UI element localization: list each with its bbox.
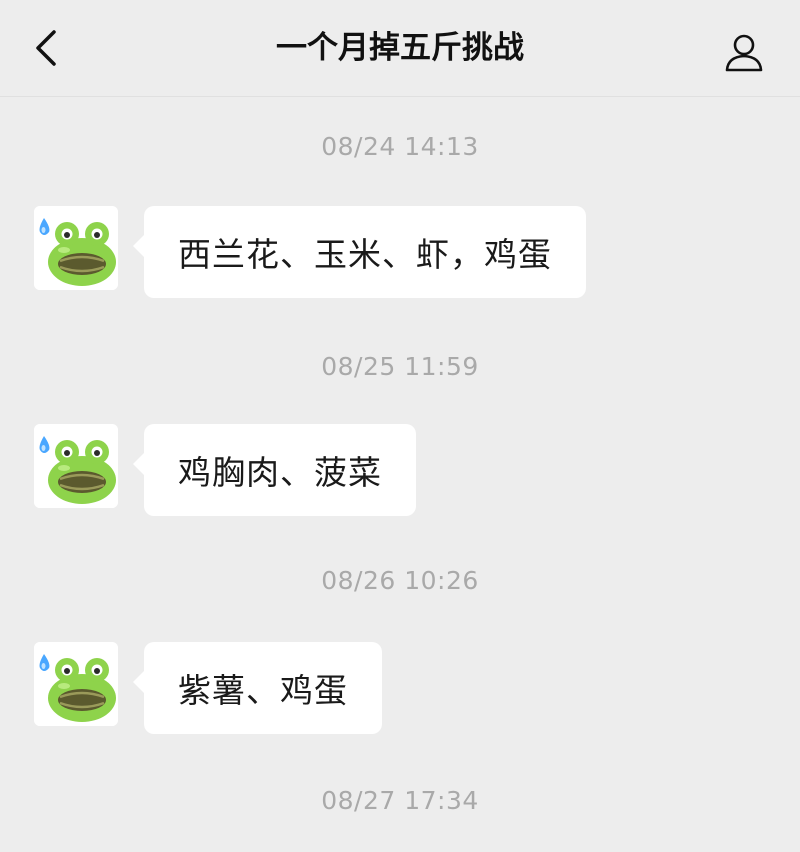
message-text: 鸡胸肉、菠菜 <box>178 453 382 492</box>
chat-title: 一个月掉五斤挑战 <box>276 30 524 66</box>
message-timestamp: 08/26 10:26 <box>321 566 479 595</box>
message-timestamp: 08/27 17:34 <box>321 786 479 815</box>
person-icon <box>725 34 763 72</box>
frog-sweat-emoji-icon <box>34 206 118 290</box>
message-bubble[interactable]: 紫薯、鸡蛋 <box>133 642 382 734</box>
top-bar: 一个月掉五斤挑战 <box>0 0 800 97</box>
message-timestamp: 08/24 14:13 <box>321 132 479 161</box>
avatar[interactable] <box>34 206 118 290</box>
message-text: 紫薯、鸡蛋 <box>178 671 348 710</box>
frog-sweat-emoji-icon <box>34 424 118 508</box>
message-bubble[interactable]: 西兰花、玉米、虾，鸡蛋 <box>133 206 586 298</box>
message-timestamp: 08/25 11:59 <box>321 352 479 381</box>
avatar[interactable] <box>34 642 118 726</box>
bubble-tail <box>133 670 145 694</box>
chevron-left-icon <box>36 30 56 66</box>
bubble-tail <box>133 452 145 476</box>
profile-button[interactable] <box>716 24 772 80</box>
frog-sweat-emoji-icon <box>34 642 118 726</box>
message-text: 西兰花、玉米、虾，鸡蛋 <box>178 235 552 274</box>
bubble-tail <box>133 234 145 258</box>
message-bubble[interactable]: 鸡胸肉、菠菜 <box>133 424 416 516</box>
back-button[interactable] <box>22 24 70 72</box>
avatar[interactable] <box>34 424 118 508</box>
